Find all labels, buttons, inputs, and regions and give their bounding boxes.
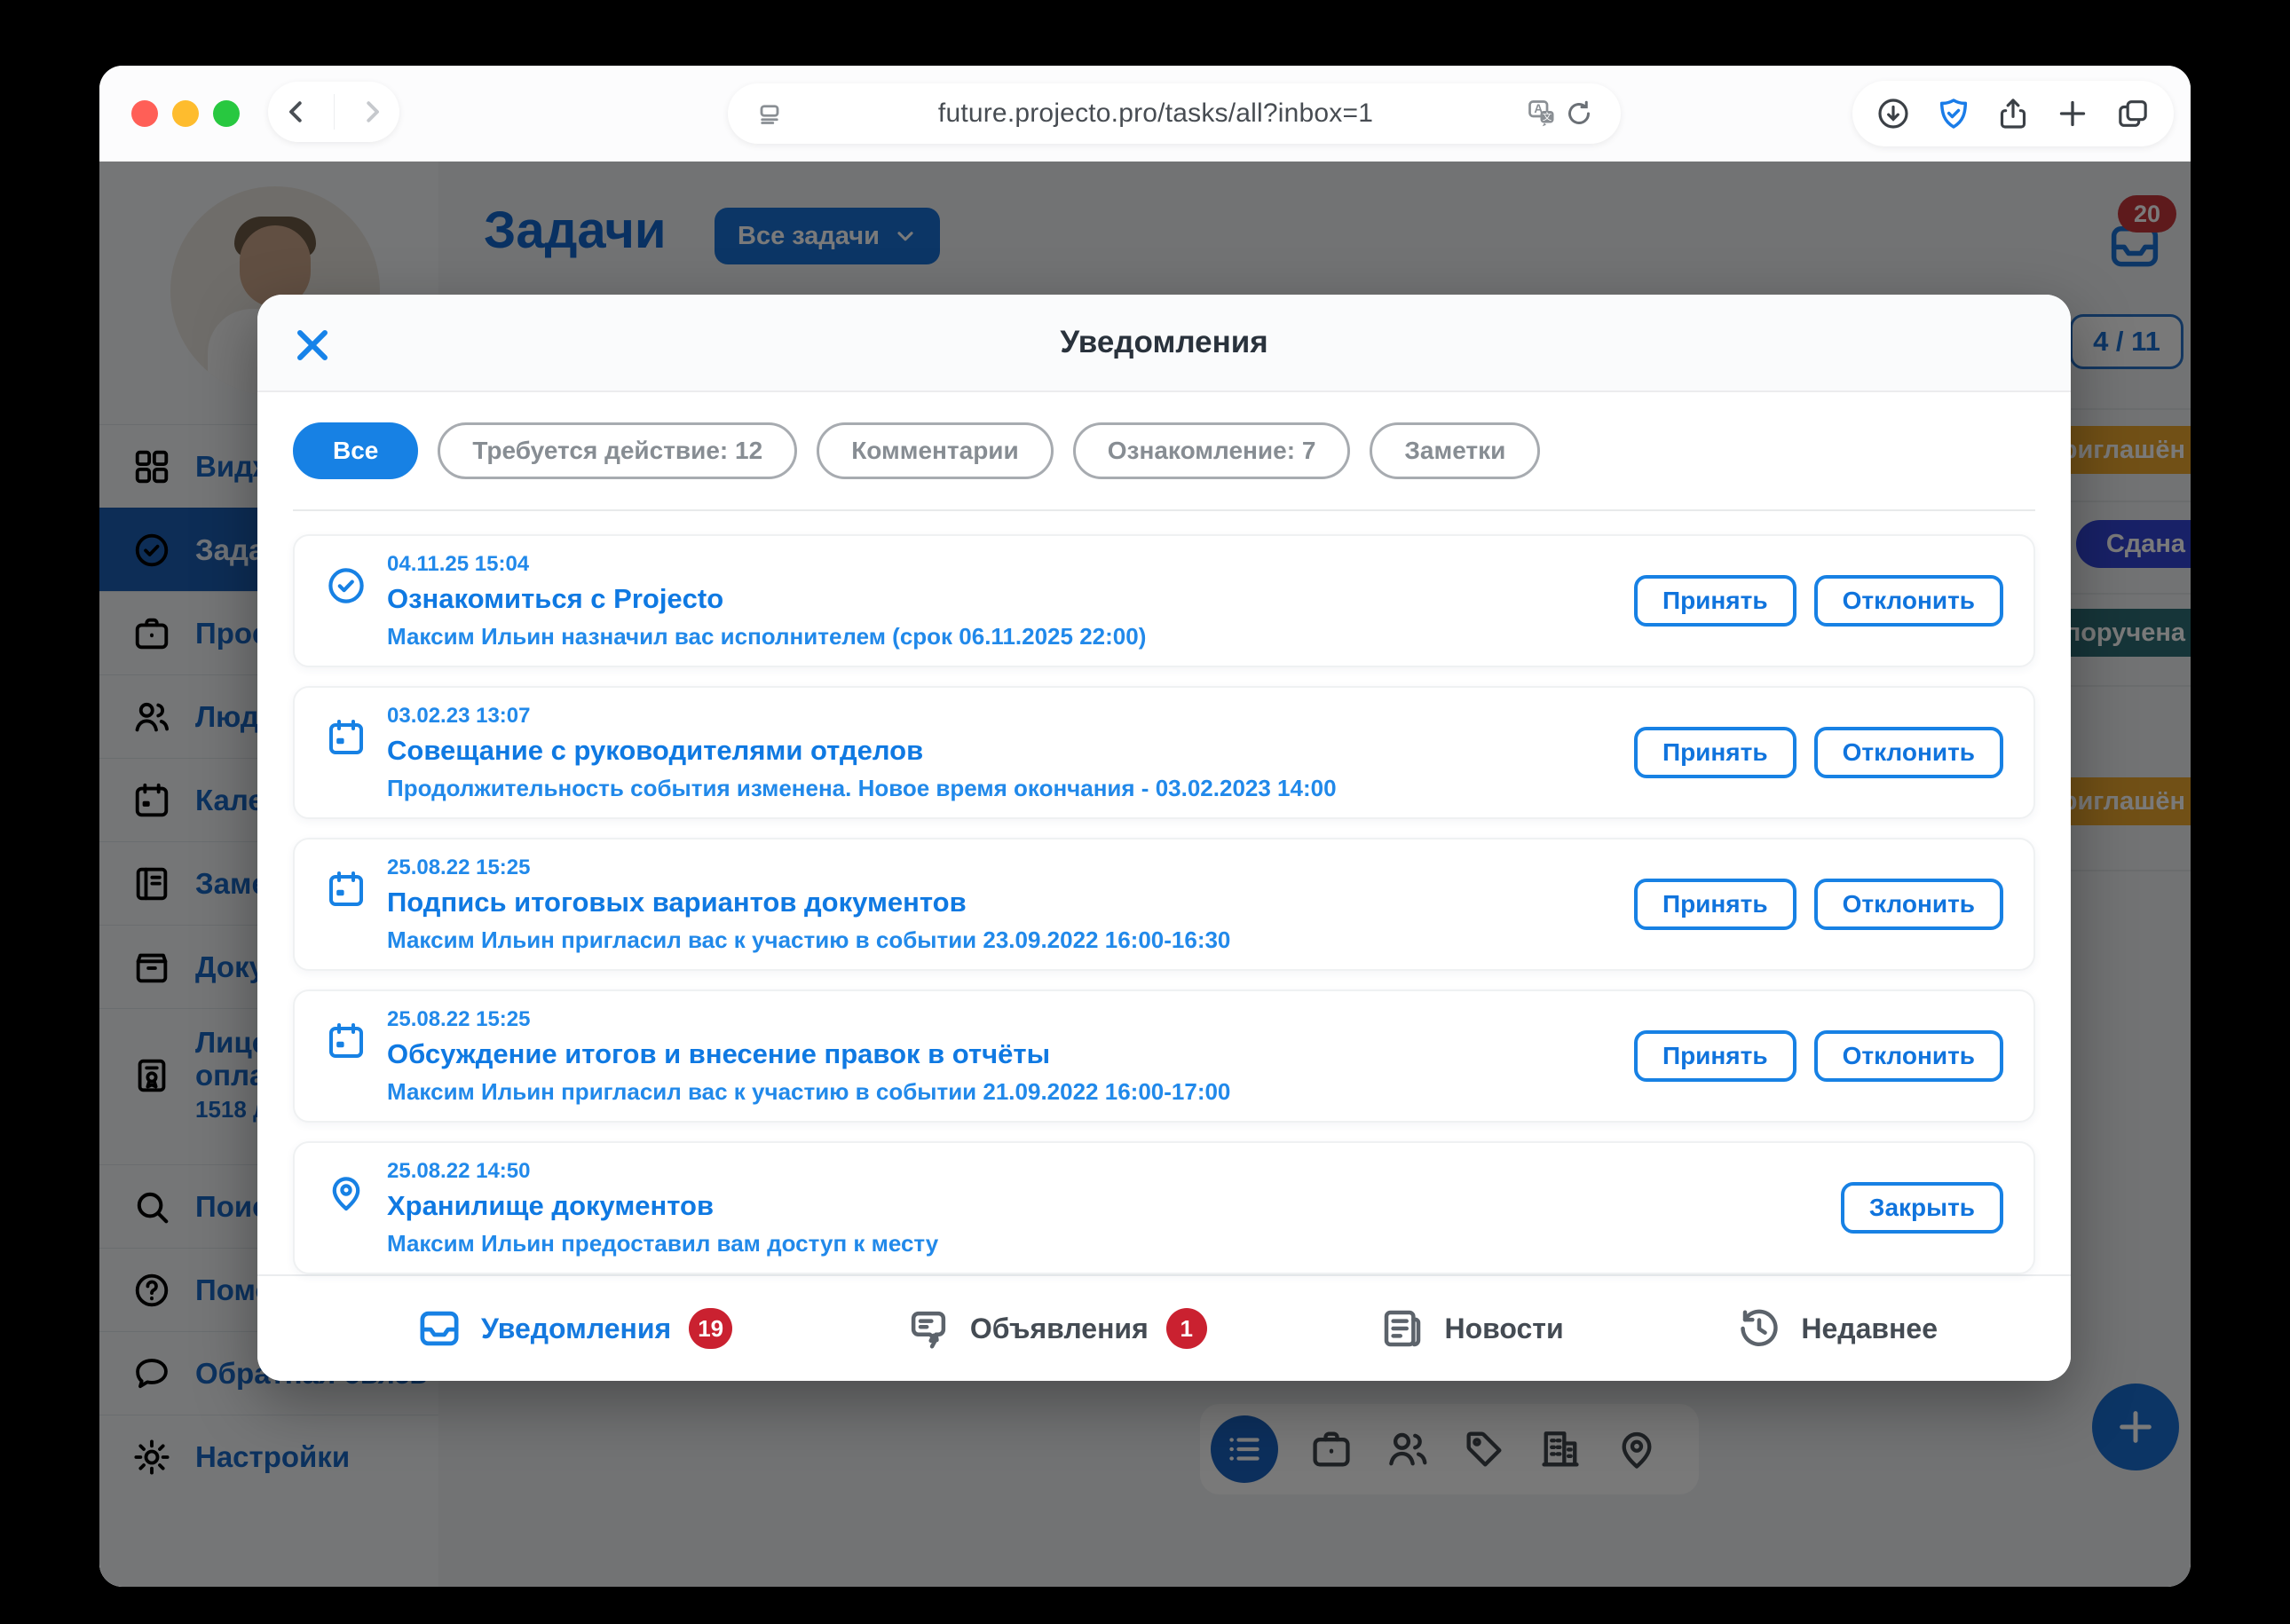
decline-button[interactable]: Отклонить xyxy=(1814,1030,2003,1082)
tab-label: Объявления xyxy=(970,1313,1149,1345)
address-bar[interactable]: future.projecto.pro/tasks/all?inbox=1 A文 xyxy=(728,83,1621,144)
notification-card[interactable]: 25.08.22 15:25 Обсуждение итогов и внесен… xyxy=(293,989,2035,1123)
browser-window: future.projecto.pro/tasks/all?inbox=1 A文 xyxy=(99,66,2191,1587)
traffic-lights xyxy=(131,100,240,127)
notification-text: Максим Ильин назначил вас исполнителем (… xyxy=(387,623,1616,650)
filter-chip-ознакомление[interactable]: Ознакомление: 7 xyxy=(1073,422,1351,479)
notification-text: Максим Ильин предоставил вам доступ к ме… xyxy=(387,1230,1823,1257)
notifications-modal: Уведомления Все Требуется действие: 12 Ком… xyxy=(257,295,2071,1381)
modal-header: Уведомления xyxy=(257,295,2071,392)
decline-button[interactable]: Отклонить xyxy=(1814,727,2003,778)
notification-date: 25.08.22 14:50 xyxy=(387,1159,1823,1184)
notification-body: 25.08.22 15:25 Обсуждение итогов и внесен… xyxy=(387,1007,1616,1106)
recent-icon xyxy=(1735,1305,1783,1352)
notification-actions: Принять Отклонить xyxy=(1634,727,2003,778)
notification-actions: Принять Отклонить xyxy=(1634,1030,2003,1082)
notification-title: Подпись итоговых вариантов документов xyxy=(387,887,1616,918)
tab-уведомления[interactable]: Уведомления 19 xyxy=(415,1305,732,1352)
notification-title: Хранилище документов xyxy=(387,1190,1823,1222)
notification-date: 25.08.22 15:25 xyxy=(387,855,1616,880)
filter-chips: Все Требуется действие: 12 Комментарии Озна… xyxy=(257,392,2071,479)
filter-chip-требуется-действие[interactable]: Требуется действие: 12 xyxy=(438,422,797,479)
filter-chip-комментарии[interactable]: Комментарии xyxy=(817,422,1054,479)
notification-title: Совещание с руководителями отделов xyxy=(387,735,1616,767)
close-icon[interactable] xyxy=(291,324,334,367)
share-icon[interactable] xyxy=(1994,95,2032,132)
zoom-window-button[interactable] xyxy=(213,100,240,127)
new-tab-icon[interactable] xyxy=(2054,95,2091,132)
notification-date: 03.02.23 13:07 xyxy=(387,704,1616,729)
inbox-icon xyxy=(415,1305,463,1352)
tab-label: Недавнее xyxy=(1801,1313,1938,1345)
notification-date: 04.11.25 15:04 xyxy=(387,552,1616,577)
page-format-icon[interactable] xyxy=(751,95,788,132)
notification-actions: Закрыть xyxy=(1841,1182,2003,1234)
decline-button[interactable]: Отклонить xyxy=(1814,575,2003,627)
check-circle-icon xyxy=(325,564,367,607)
notification-title: Ознакомиться с Projecto xyxy=(387,583,1616,615)
news-icon xyxy=(1378,1305,1426,1352)
notification-card[interactable]: 03.02.23 13:07 Совещание с руководителями… xyxy=(293,686,2035,819)
filter-chip-заметки[interactable]: Заметки xyxy=(1370,422,1540,479)
filter-chip-все[interactable]: Все xyxy=(293,422,418,479)
nav-divider xyxy=(334,94,335,130)
reload-icon[interactable] xyxy=(1560,95,1598,132)
minimize-window-button[interactable] xyxy=(172,100,199,127)
nav-buttons xyxy=(268,82,399,142)
notification-body: 03.02.23 13:07 Совещание с руководителями… xyxy=(387,704,1616,802)
accept-button[interactable]: Принять xyxy=(1634,1030,1796,1082)
notification-date: 25.08.22 15:25 xyxy=(387,1007,1616,1032)
notification-card[interactable]: 25.08.22 14:50 Хранилище документов Максим… xyxy=(293,1141,2035,1274)
tab-новости[interactable]: Новости xyxy=(1378,1305,1563,1352)
notification-body: 04.11.25 15:04 Ознакомиться с Projecto Мак… xyxy=(387,552,1616,650)
back-icon[interactable] xyxy=(278,93,315,130)
decline-button[interactable]: Отклонить xyxy=(1814,879,2003,930)
modal-title: Уведомления xyxy=(1060,325,1267,360)
notification-text: Продолжительность события изменена. Ново… xyxy=(387,775,1616,802)
privacy-shield-icon[interactable] xyxy=(1935,95,1972,132)
modal-tab-bar: Уведомления 19 Объявления 1 Новости Недавнее xyxy=(257,1274,2071,1381)
notification-title: Обсуждение итогов и внесение правок в от… xyxy=(387,1038,1616,1070)
translate-icon[interactable]: A文 xyxy=(1523,95,1560,132)
calendar-icon xyxy=(325,1020,367,1062)
location-icon xyxy=(325,1171,367,1214)
calendar-icon xyxy=(325,716,367,759)
close-button[interactable]: Закрыть xyxy=(1841,1182,2003,1234)
tab-count-badge: 1 xyxy=(1166,1308,1207,1349)
notification-actions: Принять Отклонить xyxy=(1634,879,2003,930)
notification-card[interactable]: 25.08.22 15:25 Подпись итоговых вариантов… xyxy=(293,838,2035,971)
notification-body: 25.08.22 15:25 Подпись итоговых вариантов… xyxy=(387,855,1616,954)
tab-label: Новости xyxy=(1444,1313,1563,1345)
notification-card[interactable]: 04.11.25 15:04 Ознакомиться с Projecto Мак… xyxy=(293,534,2035,667)
accept-button[interactable]: Принять xyxy=(1634,879,1796,930)
tab-недавнее[interactable]: Недавнее xyxy=(1735,1305,1938,1352)
notification-text: Максим Ильин пригласил вас к участию в с… xyxy=(387,1078,1616,1106)
browser-chrome: future.projecto.pro/tasks/all?inbox=1 A文 xyxy=(99,66,2191,162)
browser-actions xyxy=(1852,81,2174,146)
tab-count-badge: 19 xyxy=(689,1308,732,1349)
svg-text:文: 文 xyxy=(1543,111,1552,122)
accept-button[interactable]: Принять xyxy=(1634,727,1796,778)
announcement-icon xyxy=(904,1305,952,1352)
forward-icon[interactable] xyxy=(353,93,391,130)
calendar-icon xyxy=(325,868,367,911)
notification-body: 25.08.22 14:50 Хранилище документов Максим… xyxy=(387,1159,1823,1257)
tab-overview-icon[interactable] xyxy=(2114,95,2152,132)
tab-label: Уведомления xyxy=(481,1313,671,1345)
close-window-button[interactable] xyxy=(131,100,158,127)
notification-actions: Принять Отклонить xyxy=(1634,575,2003,627)
tab-объявления[interactable]: Объявления 1 xyxy=(904,1305,1207,1352)
notification-list: 04.11.25 15:04 Ознакомиться с Projecto Мак… xyxy=(257,511,2071,1274)
downloads-icon[interactable] xyxy=(1875,95,1912,132)
notification-text: Максим Ильин пригласил вас к участию в с… xyxy=(387,926,1616,954)
accept-button[interactable]: Принять xyxy=(1634,575,1796,627)
url-text[interactable]: future.projecto.pro/tasks/all?inbox=1 xyxy=(788,99,1523,129)
